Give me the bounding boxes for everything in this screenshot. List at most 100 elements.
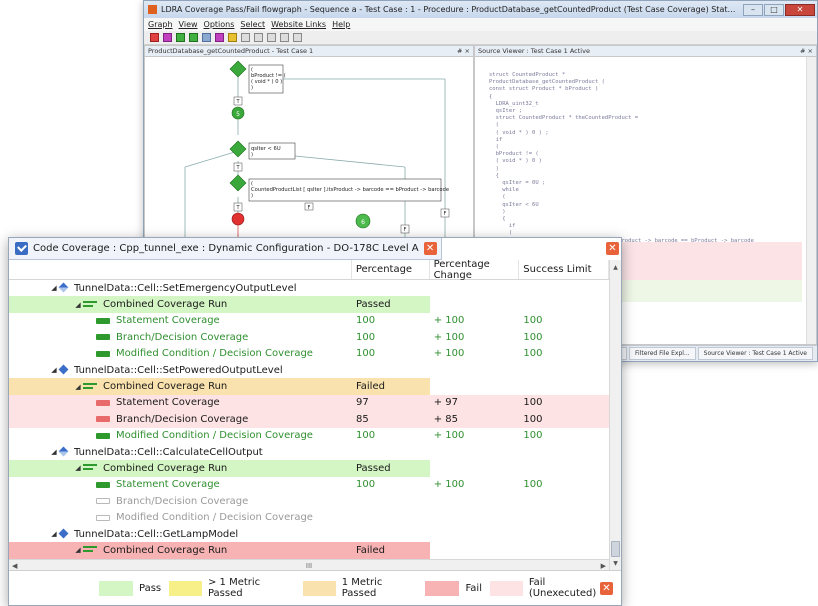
row-label: Combined Coverage Run [103,544,228,556]
source-viewer-header: Source Viewer : Test Case 1 Active # × [475,46,816,57]
metric-row[interactable]: Branch/Decision Coverage 100 + 100 100 [9,329,609,345]
menu-item-select[interactable]: Select [240,20,265,29]
percentage-cell [352,493,430,509]
expand-triangle-icon[interactable]: ◢ [73,546,83,554]
toolbar-red-icon[interactable] [150,33,159,42]
percentage-cell [352,526,430,542]
metric-row[interactable]: Statement Coverage 100 + 100 100 [9,313,609,329]
metric-row[interactable]: Statement Coverage 100 + 100 100 [9,477,609,493]
flow-decision-node-1[interactable] [229,60,247,78]
toolbar-blue-icon[interactable] [202,33,211,42]
flow-decision-node-2[interactable] [229,140,247,158]
header-name[interactable] [9,260,352,279]
percentage-cell: 100 [355,315,376,327]
toolbar-green-icon[interactable] [176,33,185,42]
toolbar-help-icon[interactable] [293,33,302,42]
toolbar-magenta-icon[interactable] [163,33,172,42]
coverage-run-row[interactable]: ◢ Combined Coverage Run Failed [9,378,609,395]
toolbar-yellow-icon[interactable] [228,33,237,42]
code-line: struct CountedProduct * [489,72,566,78]
function-row[interactable]: ◢ TunnelData::Cell::GetLampModel [9,526,609,542]
legend-label: Pass [139,582,162,594]
scroll-thumb[interactable] [611,541,620,557]
menu-item-options[interactable]: Options [204,20,235,29]
function-row[interactable]: ◢ TunnelData::Cell::SetEmergencyOutputLev… [9,280,609,296]
metric-bar-icon [96,317,110,324]
coverage-tab[interactable]: Code Coverage : Cpp_tunnel_exe : Dynamic… [9,238,442,260]
flow-node-red[interactable] [231,212,245,226]
dock-tab[interactable]: Source Viewer : Test Case 1 Active [697,347,813,360]
close-icon[interactable]: ✕ [785,3,815,16]
scroll-up-icon[interactable]: ▲ [610,262,621,273]
header-percentage[interactable]: Percentage [352,260,430,279]
ldra-title-bar[interactable]: LDRA Coverage Pass/Fail flowgraph - Sequ… [144,1,817,18]
toolbar-green-icon-2[interactable] [189,33,198,42]
metric-row[interactable]: Branch/Decision Coverage [9,493,609,509]
code-line: struct CountedProduct * theCountedProduc… [489,115,639,122]
success-limit-cell [519,509,609,525]
coverage-run-row[interactable]: ◢ Combined Coverage Run Failed [9,542,609,559]
legend-swatch [425,580,460,596]
percentage-cell: 100 [355,331,376,343]
expand-triangle-icon[interactable]: ◢ [73,383,83,391]
legend-item: Pass [99,580,162,596]
close-tab-icon[interactable]: ✕ [423,242,437,255]
flow-decision-node-3[interactable] [229,174,247,192]
menu-item-graph[interactable]: Graph [148,20,173,29]
success-limit-cell [519,378,609,394]
maximize-icon[interactable]: □ [764,3,784,16]
grid-vertical-scrollbar[interactable]: ▲ ▼ [609,260,621,571]
close-panel-icon[interactable]: ✕ [606,242,619,255]
expand-triangle-icon[interactable]: ◢ [49,284,59,292]
coverage-run-row[interactable]: ◢ Combined Coverage Run Passed [9,296,609,313]
function-diamond-icon [59,529,69,539]
row-label: Branch/Decision Coverage [116,331,249,343]
metric-row[interactable]: Modified Condition / Decision Coverage 10… [9,428,609,444]
metric-row[interactable]: Modified Condition / Decision Coverage [9,509,609,525]
success-limit-cell: 100 [523,348,543,360]
header-percentage-change[interactable]: Percentage Change [430,260,520,281]
function-row[interactable]: ◢ TunnelData::Cell::SetPoweredOutputLevel [9,362,609,378]
code-coverage-window: Code Coverage : Cpp_tunnel_exe : Dynamic… [8,237,622,606]
zoom-in-icon[interactable] [241,33,250,42]
scroll-left-icon[interactable]: ◀ [12,562,17,570]
menu-item-view[interactable]: View [179,20,198,29]
legend-item: Fail (Unexecuted) [489,577,613,599]
toolbar-link-icon[interactable] [280,33,289,42]
success-limit-cell [519,362,609,378]
percentage-change-cell: + 85 [429,411,520,428]
row-name-cell: ◢ Combined Coverage Run [9,378,352,395]
legend-close-icon[interactable]: ✕ [600,582,613,595]
code-line: ( [489,144,499,151]
expand-triangle-icon[interactable]: ◢ [73,464,83,472]
menu-item-help[interactable]: Help [332,20,350,29]
metric-row[interactable]: Branch/Decision Coverage 85 + 85 100 [9,411,609,428]
coverage-run-row[interactable]: ◢ Combined Coverage Run Passed [9,460,609,477]
code-line: ( [489,122,499,129]
expand-triangle-icon[interactable]: ◢ [49,448,59,456]
scroll-right-icon[interactable]: ▶ [601,562,606,570]
expand-triangle-icon[interactable]: ◢ [73,301,83,309]
dock-tab[interactable]: Filtered File Expl... [629,347,696,360]
hscroll-grip[interactable]: III [306,562,312,570]
metric-bar-icon [96,350,110,357]
toolbar-magenta-icon-2[interactable] [215,33,224,42]
flowgraph-pane-pin[interactable]: # × [457,46,470,56]
scroll-down-icon[interactable]: ▼ [610,558,621,569]
function-diamond-icon [59,447,69,457]
menu-item-website-links[interactable]: Website Links [271,20,326,29]
expand-triangle-icon[interactable]: ◢ [49,530,59,538]
source-viewer-pin[interactable]: # × [800,46,813,56]
minimize-icon[interactable]: – [743,3,763,16]
metric-row[interactable]: Statement Coverage 97 + 97 100 [9,394,609,412]
header-success-limit[interactable]: Success Limit [519,260,609,279]
zoom-out-icon[interactable] [254,33,263,42]
percentage-change-cell [430,378,520,394]
metric-row[interactable]: Modified Condition / Decision Coverage 10… [9,346,609,362]
expand-triangle-icon[interactable]: ◢ [49,366,59,374]
zoom-fit-icon[interactable] [267,33,276,42]
function-row[interactable]: ◢ TunnelData::Cell::CalculateCellOutput [9,444,609,460]
source-viewer-scrollbar[interactable] [806,57,816,344]
legend-swatch [169,580,202,596]
code-line: while [489,187,519,194]
